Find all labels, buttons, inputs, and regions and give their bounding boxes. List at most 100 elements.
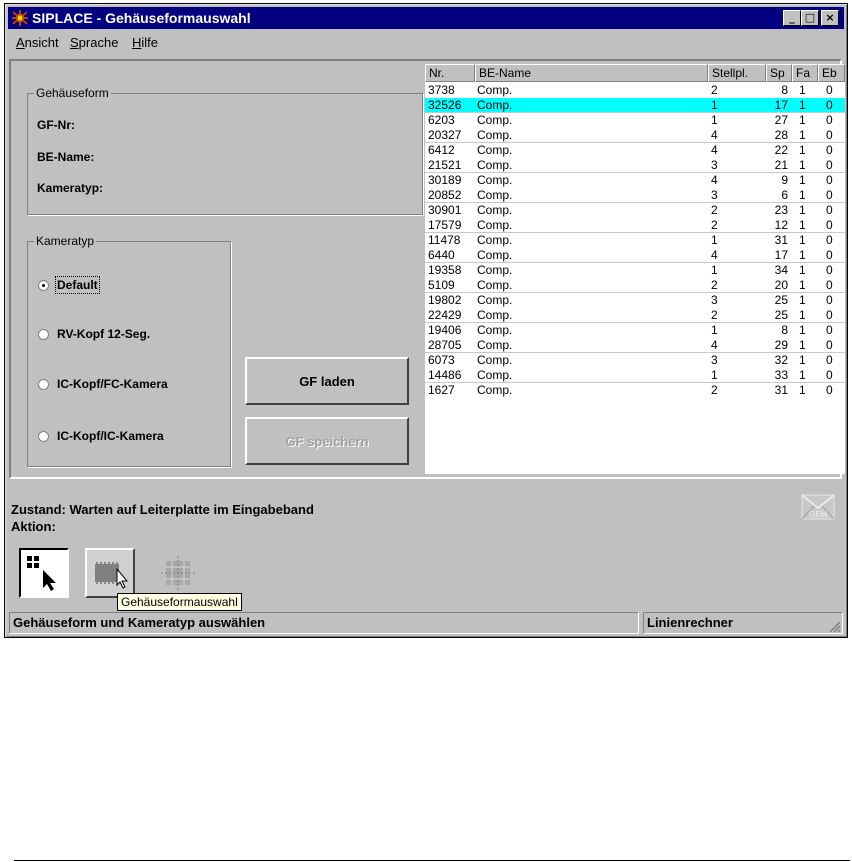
window-title: SIPLACE - Gehäuseformauswahl [32,10,251,26]
cell-stellpl: 4 [711,338,718,352]
col-fa[interactable]: Fa [792,64,818,82]
tool-gehaeuseformauswahl[interactable] [85,548,135,598]
cell-nr: 30189 [428,173,462,187]
gem-mail-icon[interactable]: GEM [801,494,835,532]
cell-eb: 0 [826,263,833,277]
zustand-text: Zustand: Warten auf Leiterplatte im Eing… [11,502,314,517]
table-row[interactable]: 6440 Comp. 4 17 1 0 [425,248,845,263]
radio-ic-kopf-fc[interactable]: IC-Kopf/FC-Kamera [38,377,168,391]
gf-speichern-button[interactable]: GF speichern [245,417,409,465]
cell-nr: 19406 [428,323,462,337]
cell-be-name: Comp. [477,308,513,322]
main-window: SIPLACE - Gehäuseformauswahl _ □ × Ansic… [4,3,848,638]
cell-fa: 1 [799,248,806,262]
cell-fa: 1 [799,353,806,367]
table-row[interactable]: 5109 Comp. 2 20 1 0 [425,278,845,293]
cell-be-name: Comp. [477,98,513,112]
maximize-button[interactable]: □ [801,10,819,26]
minimize-button[interactable]: _ [783,10,801,26]
table-row[interactable]: 30189 Comp. 4 9 1 0 [425,173,845,188]
table-row[interactable]: 22429 Comp. 2 25 1 0 [425,308,845,323]
table-row[interactable]: 14486 Comp. 1 33 1 0 [425,368,845,383]
table-row[interactable]: 19802 Comp. 3 25 1 0 [425,293,845,308]
cell-fa: 1 [799,128,806,142]
col-nr[interactable]: Nr. [425,64,475,82]
cell-eb: 0 [826,233,833,247]
menu-ansicht[interactable]: Ansicht [16,35,59,50]
table-row[interactable]: 19358 Comp. 1 34 1 0 [425,263,845,278]
cell-stellpl: 3 [711,158,718,172]
table-row[interactable]: 32526 Comp. 1 17 1 0 [425,98,845,113]
table-row[interactable]: 11478 Comp. 1 31 1 0 [425,233,845,248]
cell-sp: 29 [774,338,788,352]
tool-layout[interactable] [153,548,203,598]
cell-stellpl: 2 [711,383,718,397]
table-row[interactable]: 6203 Comp. 1 27 1 0 [425,113,845,128]
cell-fa: 1 [799,323,806,337]
table-row[interactable]: 17579 Comp. 2 12 1 0 [425,218,845,233]
aktion-text: Aktion: [11,519,56,534]
cell-eb: 0 [826,203,833,217]
tool-selection[interactable] [19,548,69,598]
cell-be-name: Comp. [477,248,513,262]
cell-sp: 23 [774,203,788,217]
cell-be-name: Comp. [477,293,513,307]
radio-circle-icon[interactable] [38,431,49,442]
radio-default[interactable]: Default [38,276,100,294]
col-stellpl[interactable]: Stellpl. [708,64,766,82]
cell-eb: 0 [826,368,833,382]
resize-grip-icon[interactable] [827,619,841,633]
cell-be-name: Comp. [477,323,513,337]
menu-bar: Ansicht Sprache Hilfe [8,31,844,53]
title-bar[interactable]: SIPLACE - Gehäuseformauswahl _ □ × [8,7,844,29]
table-row[interactable]: 30901 Comp. 2 23 1 0 [425,203,845,218]
siplace-app-icon [12,10,28,26]
cell-nr: 14486 [428,368,462,382]
radio-circle-icon[interactable] [38,329,49,340]
cell-sp: 33 [774,368,788,382]
menu-hilfe[interactable]: Hilfe [132,35,158,50]
cell-stellpl: 2 [711,83,718,97]
cell-fa: 1 [799,113,806,127]
cell-stellpl: 3 [711,353,718,367]
table-row[interactable]: 6412 Comp. 4 22 1 0 [425,143,845,158]
menu-sprache[interactable]: Sprache [70,35,118,50]
cell-be-name: Comp. [477,158,513,172]
gf-nr-label: GF-Nr: [37,118,75,132]
cell-fa: 1 [799,203,806,217]
status-area: Zustand: Warten auf Leiterplatte im Eing… [9,486,842,542]
table-row[interactable]: 19406 Comp. 1 8 1 0 [425,323,845,338]
table-row[interactable]: 6073 Comp. 3 32 1 0 [425,353,845,368]
cell-nr: 22429 [428,308,462,322]
table-row[interactable]: 3738 Comp. 2 8 1 0 [425,83,845,98]
radio-rv-kopf[interactable]: RV-Kopf 12-Seg. [38,327,150,341]
table-row[interactable]: 20852 Comp. 3 6 1 0 [425,188,845,203]
table-row[interactable]: 20327 Comp. 4 28 1 0 [425,128,845,143]
cell-sp: 25 [774,293,788,307]
gf-laden-button[interactable]: GF laden [245,357,409,405]
radio-circle-icon[interactable] [38,280,49,291]
cell-fa: 1 [799,218,806,232]
cell-stellpl: 1 [711,113,718,127]
cell-nr: 6440 [428,248,455,262]
table-row[interactable]: 28705 Comp. 4 29 1 0 [425,338,845,353]
col-be-name[interactable]: BE-Name [475,64,708,82]
cell-be-name: Comp. [477,113,513,127]
radio-circle-icon[interactable] [38,379,49,390]
cell-sp: 8 [781,83,788,97]
cell-nr: 19802 [428,293,462,307]
table-row[interactable]: 1627 Comp. 2 31 1 0 [425,383,845,398]
cell-nr: 20852 [428,188,462,202]
kameratyp-group: Kameratyp Default RV-Kopf 12-Seg. IC-Kop… [27,234,231,467]
col-sp[interactable]: Sp [766,64,792,82]
col-eb[interactable]: Eb [818,64,845,82]
cell-eb: 0 [826,278,833,292]
cell-nr: 6412 [428,143,455,157]
radio-ic-kopf-ic[interactable]: IC-Kopf/IC-Kamera [38,429,164,443]
close-button[interactable]: × [821,10,839,26]
cell-sp: 31 [774,383,788,397]
cell-stellpl: 1 [711,233,718,247]
component-table[interactable]: Nr. BE-Name Stellpl. Sp Fa Eb 3738 Comp. 2… [425,64,845,474]
table-row[interactable]: 21521 Comp. 3 21 1 0 [425,158,845,173]
cell-nr: 32526 [428,98,462,112]
